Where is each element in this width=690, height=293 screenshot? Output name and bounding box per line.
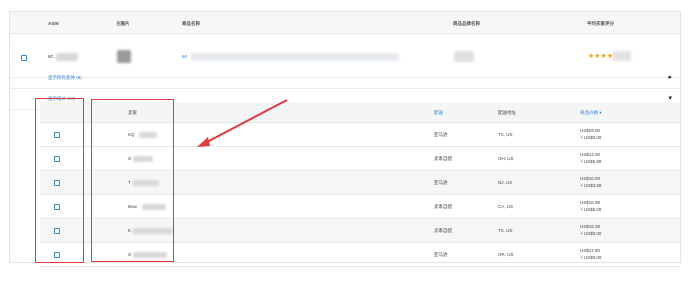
annotation-arrow-icon (197, 99, 288, 147)
